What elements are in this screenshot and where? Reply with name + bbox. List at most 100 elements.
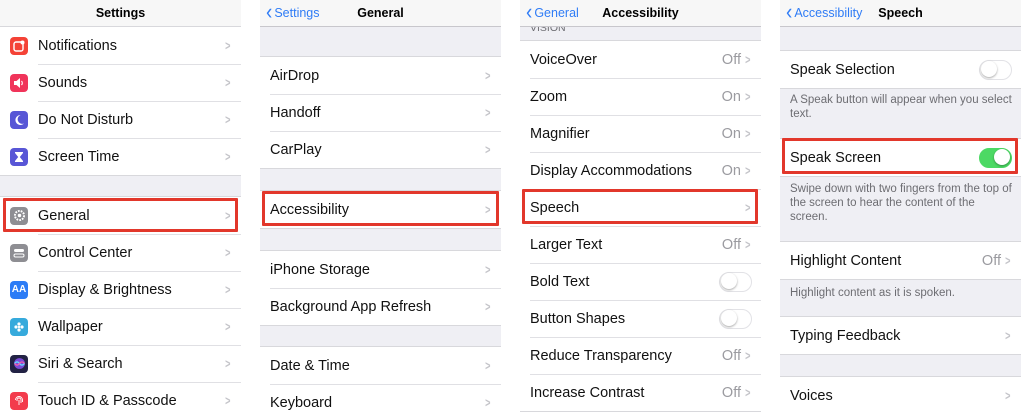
speech-navbar: ‹ Accessibility Speech	[780, 0, 1021, 27]
general-item-background-refresh[interactable]: Background App Refresh >	[260, 288, 501, 325]
chevron-right-icon: >	[1005, 388, 1011, 403]
accessibility-navbar: ‹ General Accessibility	[520, 0, 761, 27]
chevron-right-icon: >	[745, 237, 751, 252]
chevron-right-icon: >	[225, 149, 231, 164]
notifications-icon	[10, 36, 28, 55]
chevron-right-icon: >	[485, 68, 491, 83]
speak-screen-toggle[interactable]	[979, 147, 1012, 168]
list-item-label: Voices	[790, 387, 833, 404]
chevron-right-icon: >	[745, 200, 751, 215]
status-value: Off	[721, 347, 741, 364]
accessibility-item-zoom[interactable]: Zoom On >	[520, 78, 761, 115]
chevron-right-icon: >	[745, 348, 751, 363]
chevron-right-icon: >	[225, 245, 231, 260]
settings-panel: Settings Notifications > Sounds > Do Not…	[0, 0, 241, 412]
page-title: Settings	[95, 6, 146, 20]
list-item-label: Speech	[530, 199, 580, 216]
list-item-label: Display Accommodations	[530, 162, 692, 179]
chevron-right-icon: >	[485, 395, 491, 410]
settings-navbar: Settings	[0, 0, 241, 27]
list-item-label: Keyboard	[270, 394, 333, 411]
accessibility-item-magnifier[interactable]: Magnifier On >	[520, 115, 761, 152]
chevron-right-icon: >	[225, 75, 231, 90]
list-item-label: Speak Selection	[790, 61, 895, 78]
chevron-right-icon: >	[225, 38, 231, 53]
control-center-icon	[10, 243, 28, 262]
general-group-3: iPhone Storage > Background App Refresh …	[260, 250, 501, 326]
sidebar-item-label: Do Not Disturb	[38, 111, 134, 128]
speak-selection-group: Speak Selection	[780, 50, 1021, 89]
settings-item-do-not-disturb[interactable]: Do Not Disturb >	[0, 101, 241, 138]
chevron-right-icon: >	[485, 299, 491, 314]
typing-feedback-row[interactable]: Typing Feedback >	[780, 317, 1021, 354]
accessibility-item-bold-text: Bold Text	[520, 263, 761, 300]
accessibility-item-increase-contrast[interactable]: Increase Contrast Off >	[520, 374, 761, 411]
moon-icon	[10, 110, 28, 129]
general-item-iphone-storage[interactable]: iPhone Storage >	[260, 251, 501, 288]
button-shapes-toggle[interactable]	[719, 308, 752, 329]
list-item-label: Handoff	[270, 104, 321, 121]
page-title: Speech	[878, 6, 923, 20]
voices-row[interactable]: Voices >	[780, 377, 1021, 412]
status-value: Off	[721, 51, 741, 68]
settings-item-notifications[interactable]: Notifications >	[0, 27, 241, 64]
chevron-right-icon: >	[225, 319, 231, 334]
settings-group-2: General > Control Center > AA Display & …	[0, 196, 241, 412]
settings-item-siri-search[interactable]: Siri & Search >	[0, 345, 241, 382]
accessibility-item-larger-text[interactable]: Larger Text Off >	[520, 226, 761, 263]
general-item-carplay[interactable]: CarPlay >	[260, 131, 501, 168]
chevron-right-icon: >	[225, 112, 231, 127]
accessibility-item-speech[interactable]: Speech >	[520, 189, 761, 226]
list-item-label: Typing Feedback	[790, 327, 901, 344]
general-item-date-time[interactable]: Date & Time >	[260, 347, 501, 384]
list-item-label: VoiceOver	[530, 51, 597, 68]
gear-icon	[10, 206, 28, 225]
sidebar-item-label: Display & Brightness	[38, 281, 172, 298]
list-item-label: Button Shapes	[530, 310, 626, 327]
general-group-2: Accessibility >	[260, 190, 501, 229]
speak-selection-toggle[interactable]	[979, 59, 1012, 80]
highlight-content-footer: Highlight content as it is spoken.	[790, 287, 955, 299]
list-item-label: iPhone Storage	[270, 261, 370, 278]
chevron-right-icon: >	[485, 142, 491, 157]
list-item-label: Magnifier	[530, 125, 590, 142]
list-item-label: Increase Contrast	[530, 384, 645, 401]
sidebar-item-label: Wallpaper	[38, 318, 103, 335]
accessibility-panel: VISION VoiceOver Off > Zoom On > Magnifi…	[520, 0, 761, 412]
accessibility-item-reduce-transparency[interactable]: Reduce Transparency Off >	[520, 337, 761, 374]
accessibility-item-voiceover[interactable]: VoiceOver Off >	[520, 41, 761, 78]
chevron-right-icon: >	[485, 105, 491, 120]
settings-item-control-center[interactable]: Control Center >	[0, 234, 241, 271]
general-item-keyboard[interactable]: Keyboard >	[260, 384, 501, 412]
status-value: Off	[981, 252, 1001, 269]
list-item-label: Highlight Content	[790, 252, 902, 269]
chevron-right-icon: >	[225, 208, 231, 223]
general-item-handoff[interactable]: Handoff >	[260, 94, 501, 131]
chevron-right-icon: >	[745, 52, 751, 67]
wallpaper-icon	[10, 317, 28, 336]
settings-item-wallpaper[interactable]: Wallpaper >	[0, 308, 241, 345]
settings-item-sounds[interactable]: Sounds >	[0, 64, 241, 101]
list-item-label: Speak Screen	[790, 149, 882, 166]
accessibility-item-display-accommodations[interactable]: Display Accommodations On >	[520, 152, 761, 189]
status-value: Off	[721, 384, 741, 401]
chevron-right-icon: >	[225, 356, 231, 371]
highlight-content-row[interactable]: Highlight Content Off >	[780, 242, 1021, 279]
settings-item-general[interactable]: General >	[0, 197, 241, 234]
settings-item-display-brightness[interactable]: AA Display & Brightness >	[0, 271, 241, 308]
sidebar-item-label: Control Center	[38, 244, 133, 261]
general-item-airdrop[interactable]: AirDrop >	[260, 57, 501, 94]
sounds-icon	[10, 73, 28, 92]
speak-selection-footer: A Speak button will appear when you sele…	[790, 94, 1012, 120]
list-item-label: CarPlay	[270, 141, 322, 158]
status-value: On	[721, 88, 741, 105]
settings-item-touch-id[interactable]: Touch ID & Passcode >	[0, 382, 241, 412]
general-panel: ‹ Settings General AirDrop > Handoff > C…	[260, 0, 501, 412]
list-item-label: Bold Text	[530, 273, 590, 290]
speak-screen-footer: Swipe down with two fingers from the top…	[790, 183, 1012, 223]
settings-item-screen-time[interactable]: Screen Time >	[0, 138, 241, 175]
chevron-right-icon: >	[745, 163, 751, 178]
general-navbar: ‹ Settings General	[260, 0, 501, 27]
bold-text-toggle[interactable]	[719, 271, 752, 292]
general-item-accessibility[interactable]: Accessibility >	[260, 191, 501, 228]
